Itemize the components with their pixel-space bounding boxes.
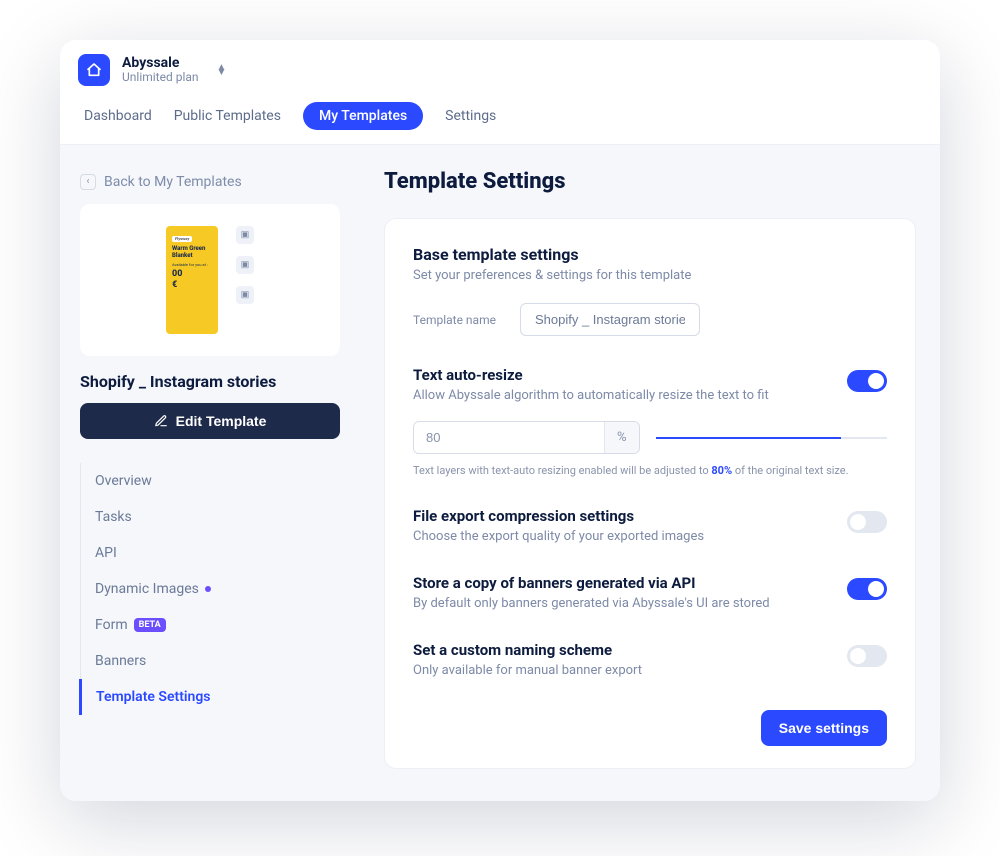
save-settings-button[interactable]: Save settings [761, 710, 887, 746]
naming-desc: Only available for manual banner export [413, 663, 887, 678]
dot-indicator-icon [205, 586, 211, 592]
menu-dynamic-label: Dynamic Images [95, 581, 199, 597]
settings-panel: Base template settings Set your preferen… [384, 218, 916, 769]
slider-fill [656, 437, 841, 439]
menu-form-label: Form [95, 617, 128, 633]
beta-badge: BETA [134, 618, 166, 632]
menu-overview[interactable]: Overview [81, 463, 340, 499]
tab-dashboard[interactable]: Dashboard [84, 102, 152, 130]
preview-tag: Flysway [172, 236, 192, 243]
compression-desc: Choose the export quality of your export… [413, 529, 887, 544]
menu-tasks[interactable]: Tasks [81, 499, 340, 535]
tab-my-templates[interactable]: My Templates [303, 102, 423, 130]
name-field-row: Template name [413, 303, 887, 336]
menu-banners[interactable]: Banners [81, 643, 340, 679]
image-icon: ▣ [236, 286, 254, 304]
percent-input[interactable] [414, 422, 604, 453]
edit-template-button[interactable]: Edit Template [80, 403, 340, 439]
tab-bar: Dashboard Public Templates My Templates … [60, 96, 940, 145]
chevron-left-icon: ‹ [80, 174, 96, 190]
template-name-label: Template name [413, 313, 496, 327]
naming-title: Set a custom naming scheme [413, 641, 887, 659]
brand-name: Abyssale [122, 55, 199, 71]
edit-template-label: Edit Template [176, 413, 267, 429]
top-bar: Abyssale Unlimited plan ▲▼ [60, 40, 940, 96]
app-window: Abyssale Unlimited plan ▲▼ Dashboard Pub… [60, 40, 940, 801]
section-autoresize: Text auto-resize Allow Abyssale algorith… [413, 366, 887, 477]
brand-box[interactable]: Abyssale Unlimited plan [122, 55, 199, 85]
section-base: Base template settings Set your preferen… [413, 245, 887, 336]
chevron-sort-icon[interactable]: ▲▼ [217, 65, 227, 76]
menu-template-settings[interactable]: Template Settings [79, 679, 340, 715]
image-icon: ▣ [236, 256, 254, 274]
preview-avail: Available for you at : [172, 263, 212, 268]
section-naming: Set a custom naming scheme Only availabl… [413, 641, 887, 678]
home-icon[interactable] [78, 54, 110, 86]
tab-public-templates[interactable]: Public Templates [174, 102, 281, 130]
sidebar-menu: Overview Tasks API Dynamic Images Form B… [80, 463, 340, 715]
section-store-copy: Store a copy of banners generated via AP… [413, 574, 887, 611]
template-title: Shopify _ Instagram stories [80, 372, 340, 391]
sidebar: ‹ Back to My Templates Flysway Warm Gree… [60, 145, 360, 801]
panel-footer: Save settings [413, 710, 887, 746]
percent-suffix: % [604, 422, 639, 453]
back-link[interactable]: ‹ Back to My Templates [80, 174, 242, 190]
preview-price: 00€ [172, 269, 212, 290]
autoresize-toggle[interactable] [847, 370, 887, 392]
template-name-input[interactable] [520, 303, 700, 336]
store-copy-toggle[interactable] [847, 578, 887, 600]
pencil-icon [154, 414, 168, 428]
page-title: Template Settings [384, 169, 916, 194]
compression-toggle[interactable] [847, 511, 887, 533]
percent-slider[interactable] [656, 437, 887, 439]
image-icon: ▣ [236, 226, 254, 244]
compression-title: File export compression settings [413, 507, 887, 525]
preview-thumb-column: ▣ ▣ ▣ [236, 226, 254, 334]
store-copy-title: Store a copy of banners generated via AP… [413, 574, 887, 592]
tab-settings[interactable]: Settings [445, 102, 496, 130]
brand-plan: Unlimited plan [122, 71, 199, 85]
base-title: Base template settings [413, 245, 887, 264]
main-area: ‹ Back to My Templates Flysway Warm Gree… [60, 145, 940, 801]
preview-phone: Flysway Warm Green Blanket Available for… [166, 226, 218, 334]
base-desc: Set your preferences & settings for this… [413, 268, 887, 283]
menu-api[interactable]: API [81, 535, 340, 571]
autoresize-title: Text auto-resize [413, 366, 887, 384]
preview-headline: Warm Green Blanket [172, 246, 212, 260]
template-preview: Flysway Warm Green Blanket Available for… [80, 204, 340, 356]
autoresize-row: % [413, 421, 887, 454]
naming-toggle[interactable] [847, 645, 887, 667]
menu-form[interactable]: Form BETA [81, 607, 340, 643]
back-label: Back to My Templates [104, 174, 242, 190]
content: Template Settings Base template settings… [360, 145, 940, 801]
menu-dynamic-images[interactable]: Dynamic Images [81, 571, 340, 607]
percent-input-wrap: % [413, 421, 640, 454]
section-compression: File export compression settings Choose … [413, 507, 887, 544]
autoresize-note: Text layers with text-auto resizing enab… [413, 464, 887, 477]
autoresize-desc: Allow Abyssale algorithm to automaticall… [413, 388, 887, 403]
store-copy-desc: By default only banners generated via Ab… [413, 596, 887, 611]
